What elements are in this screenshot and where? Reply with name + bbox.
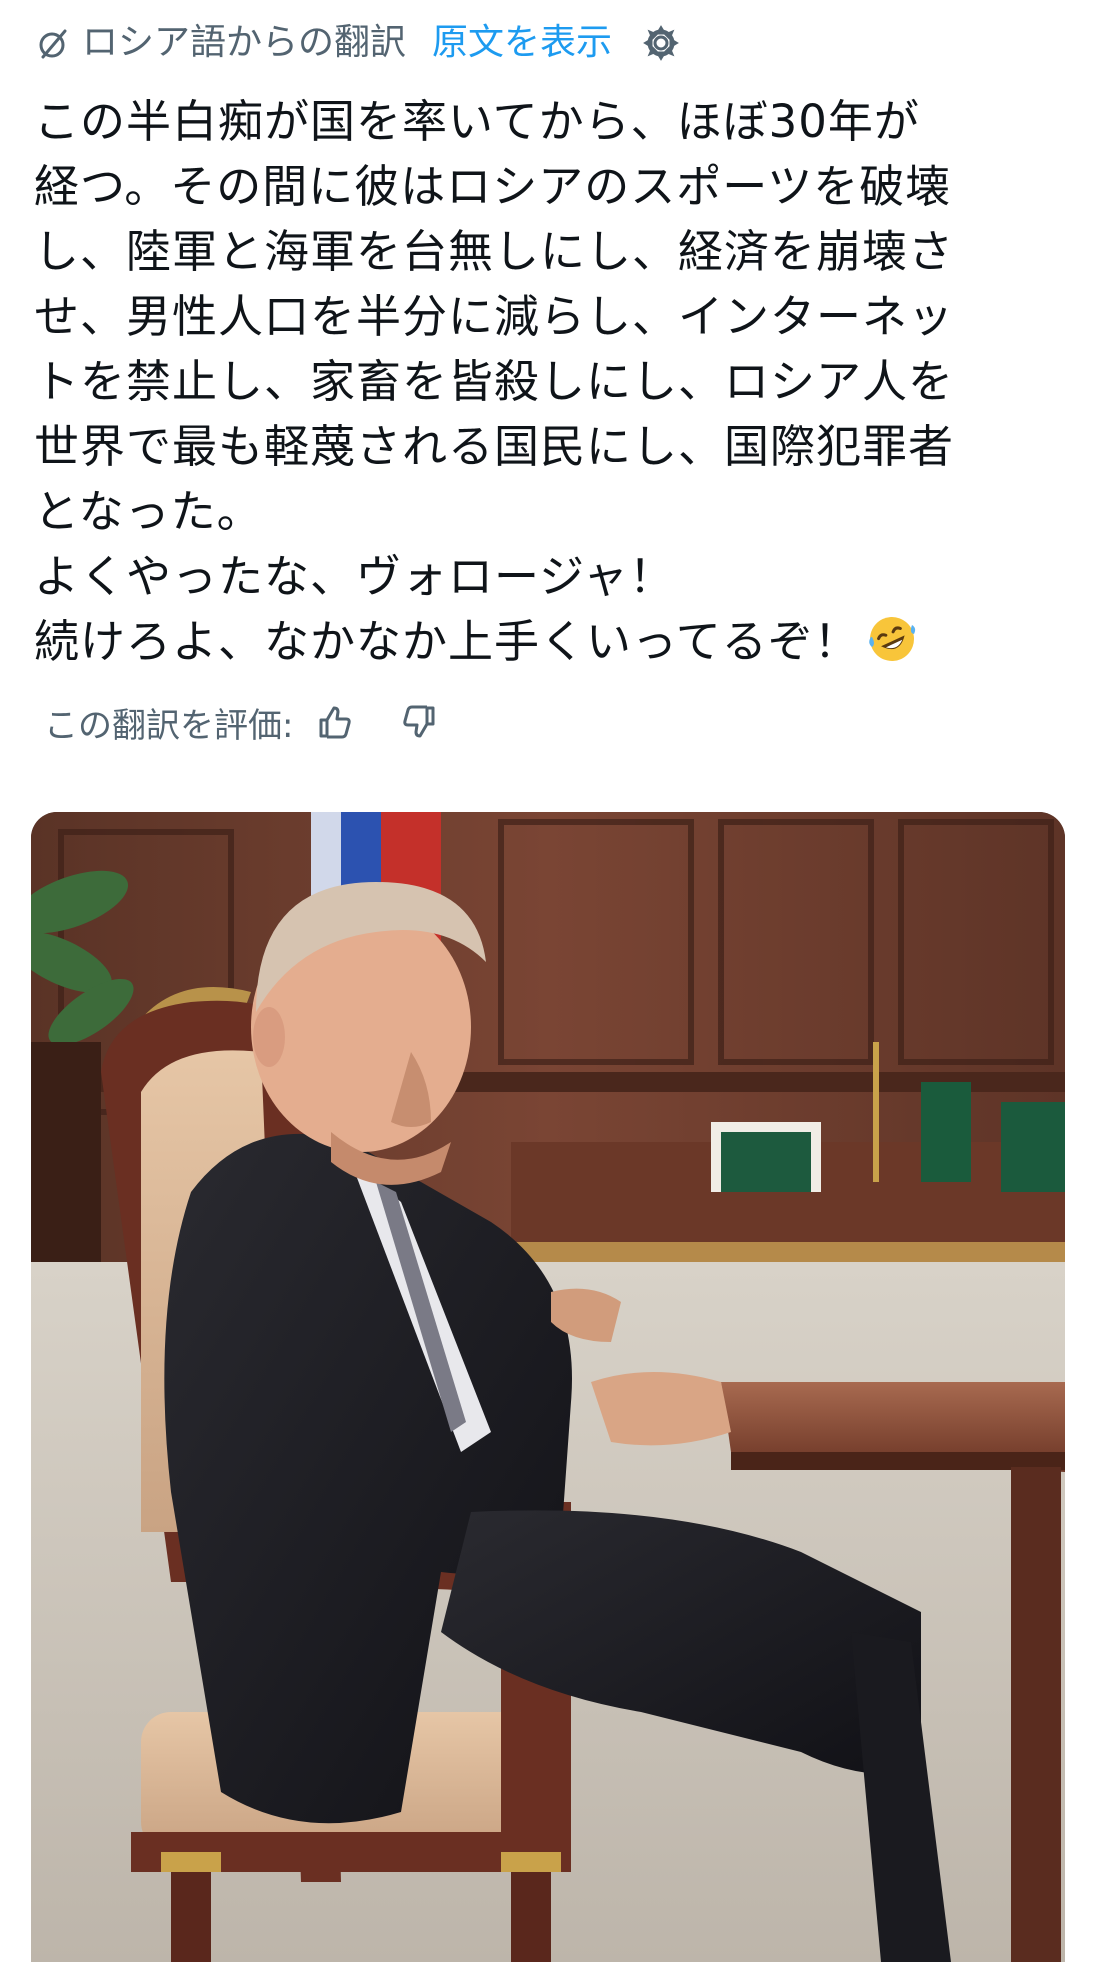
thumbs-up-icon[interactable] [315,702,355,742]
tweet-text-line: トを禁止し、家畜を皆殺しにし、ロシア人を [34,355,955,408]
thumbs-down-icon[interactable] [399,702,439,742]
tweet-text-line: よくやったな、ヴォロージャ！ [34,550,675,603]
tweet-text-last-line: 続けろよ、なかなか上手くいってるぞ！ [34,609,1074,674]
photo-illustration [31,812,1065,1962]
gear-icon[interactable] [642,24,680,62]
bottom-divider [0,1962,1096,1970]
show-original-link[interactable]: 原文を表示 [432,18,612,68]
translation-bar: ロシア語からの翻訳 原文を表示 [36,18,680,68]
rolling-on-floor-laughing-emoji-icon [868,617,915,661]
tweet-text-line: し、陸軍と海軍を台無しにし、経済を崩壊さ [34,225,955,278]
tweet-text-line: 続けろよ、なかなか上手くいってるぞ！ [34,615,860,668]
rate-translation-row: この翻訳を評価: [44,695,439,749]
tweet-text-line: 経つ。その間に彼はロシアのスポーツを破壊 [34,160,952,213]
tweet-photo[interactable] [31,812,1065,1962]
translate-icon [39,29,67,59]
tweet-text-line: せ、男性人口を半分に減らし、インターネッ [34,290,955,343]
translated-from-label: ロシア語からの翻訳 [82,22,407,63]
rate-translation-label: この翻訳を評価: [44,705,294,746]
tweet-text: この半白痴が国を率いてから、ほぼ30年が 経つ。その間に彼はロシアのスポーツを破… [34,89,1074,674]
tweet-text-line: 世界で最も軽蔑される国民にし、国際犯罪者 [34,420,955,473]
tweet-text-line: この半白痴が国を率いてから、ほぼ30年が [34,95,920,148]
tweet-text-line: となった。 [34,485,263,538]
